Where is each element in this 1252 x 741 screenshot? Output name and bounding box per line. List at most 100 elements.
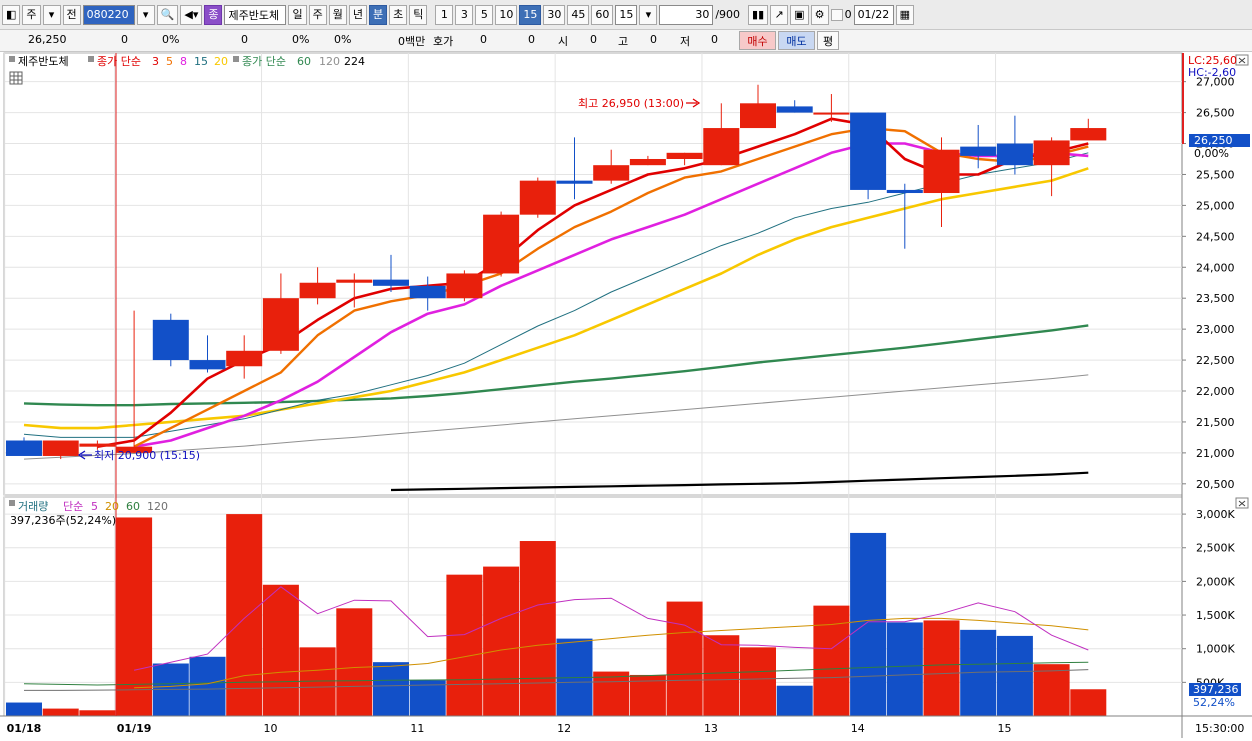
price-tick-label: 24,500 <box>1196 230 1235 243</box>
period-minute[interactable]: 분 <box>368 4 388 25</box>
count-input[interactable]: 30 <box>659 4 714 25</box>
search-icon[interactable]: 🔍 <box>156 4 179 25</box>
candle-body <box>996 143 1033 166</box>
high-value: 0 <box>650 33 657 46</box>
eval-button[interactable]: 평 <box>817 31 839 50</box>
interval-45[interactable]: 45 <box>567 4 590 25</box>
legend-ma5: 5 <box>166 55 173 68</box>
vol-legend-ma20: 20 <box>105 500 119 513</box>
price-tick-label: 20,500 <box>1196 478 1235 491</box>
period-month[interactable]: 월 <box>328 4 347 25</box>
volume-bar <box>1070 689 1107 716</box>
high-annotation: 최고 26,950 (13:00) <box>578 97 684 110</box>
vol-legend-label: 거래량 <box>18 500 48 513</box>
candle-type-icon[interactable]: ▮▮ <box>748 4 769 25</box>
buy-button[interactable]: 매수 <box>739 31 776 50</box>
tab-stock-dropdown[interactable]: ▾ <box>42 4 61 25</box>
amount-value: 0백만 <box>398 35 426 48</box>
period-day[interactable]: 일 <box>288 4 307 25</box>
vol-badge-text: 397,236 <box>1193 683 1239 696</box>
time-tick-label: 10 <box>264 722 278 735</box>
table-toggle-icon[interactable] <box>9 71 23 85</box>
candle-body <box>262 298 299 351</box>
volume-bar <box>776 685 813 716</box>
time-label: 15:30:00 <box>1195 722 1244 735</box>
candle-body <box>960 146 997 156</box>
legend-ma15: 15 <box>194 55 208 68</box>
price-tick-label: 26,500 <box>1196 107 1235 120</box>
candle-body <box>299 282 336 299</box>
legend-ma8: 8 <box>180 55 187 68</box>
interval-10[interactable]: 10 <box>495 4 518 25</box>
hoga-label: 호가 <box>433 35 454 48</box>
date-check-label: 0 <box>844 8 852 21</box>
period-tick[interactable]: 틱 <box>409 4 428 25</box>
price-chart[interactable]: 27,00026,50026,00025,50025,00024,50024,0… <box>0 52 1252 738</box>
legend-ma-label: 종가 단순 <box>97 55 141 68</box>
candle-body <box>666 152 703 159</box>
volume-bar <box>666 601 703 716</box>
candle-body <box>79 443 116 447</box>
gear-icon[interactable]: ⚙ <box>810 4 829 25</box>
interval-30[interactable]: 30 <box>543 4 566 25</box>
date-input[interactable]: 01/22 <box>853 4 894 25</box>
layout-icon[interactable]: ◧ <box>2 4 21 25</box>
interval-60[interactable]: 60 <box>591 4 614 25</box>
interval-1[interactable]: 1 <box>435 4 454 25</box>
draw-tool-icon[interactable]: ↗ <box>770 4 789 25</box>
interval-dropdown-icon[interactable]: ▾ <box>639 4 658 25</box>
candle-body <box>226 350 263 367</box>
price-tick-label: 25,000 <box>1196 199 1235 212</box>
value-percent: 0% <box>334 33 352 46</box>
interval-5[interactable]: 5 <box>475 4 494 25</box>
legend-ma224: 224 <box>344 55 365 68</box>
legend-marker-2 <box>88 56 94 62</box>
interval-15[interactable]: 15 <box>519 4 542 25</box>
volume-bar <box>923 620 960 716</box>
volume-bar <box>850 532 887 716</box>
volume-bar <box>886 622 923 716</box>
volume-bar <box>226 514 263 716</box>
speaker-icon[interactable]: ◀▾ <box>180 4 203 25</box>
date-checkbox[interactable] <box>830 8 843 21</box>
calendar-icon[interactable]: ▦ <box>895 4 914 25</box>
legend-ma20: 20 <box>214 55 228 68</box>
candle-body <box>1033 140 1070 166</box>
price-tick-label: 24,000 <box>1196 261 1235 274</box>
legend-marker-3 <box>233 56 239 62</box>
volume-bar <box>593 671 630 716</box>
candle-body <box>629 158 666 166</box>
vol-legend-ma120: 120 <box>147 500 168 513</box>
interval-select[interactable]: 15 <box>615 4 638 25</box>
change-percent: 0% <box>162 33 180 46</box>
low-annotation: 최저 20,900 (15:15) <box>94 449 200 462</box>
second-value: 0 <box>528 33 535 46</box>
low-value: 0 <box>711 33 718 46</box>
vol-legend-marker <box>9 500 15 506</box>
code-dropdown-icon[interactable]: ▾ <box>136 4 155 25</box>
volume-bar <box>446 574 483 716</box>
hc-label: HC:-2,60 <box>1188 66 1236 79</box>
save-icon[interactable]: ▣ <box>790 4 809 25</box>
tab-stock[interactable]: 주 <box>22 4 41 25</box>
high-label: 고 <box>618 35 629 48</box>
legend-ma60: 60 <box>297 55 311 68</box>
price-badge-text: 26,250 <box>1194 134 1233 147</box>
period-week[interactable]: 주 <box>308 4 327 25</box>
price-tick-label: 23,500 <box>1196 292 1235 305</box>
price-change: 0 <box>121 33 128 46</box>
sell-button[interactable]: 매도 <box>778 31 815 50</box>
legend-ma3: 3 <box>152 55 159 68</box>
interval-3[interactable]: 3 <box>455 4 474 25</box>
volume-bar <box>42 708 79 716</box>
candle-body <box>703 128 740 166</box>
period-year[interactable]: 년 <box>348 4 367 25</box>
stock-code-input[interactable]: 080220 <box>82 4 135 25</box>
legend-stock-name: 제주반도체 <box>18 55 69 68</box>
period-second[interactable]: 초 <box>389 4 408 25</box>
stock-name: 제주반도체 <box>224 4 287 25</box>
tab-prev[interactable]: 전 <box>62 4 81 25</box>
volume-tick-label: 1,500K <box>1196 609 1235 622</box>
candle-body <box>850 112 887 190</box>
candle-body <box>446 273 483 299</box>
